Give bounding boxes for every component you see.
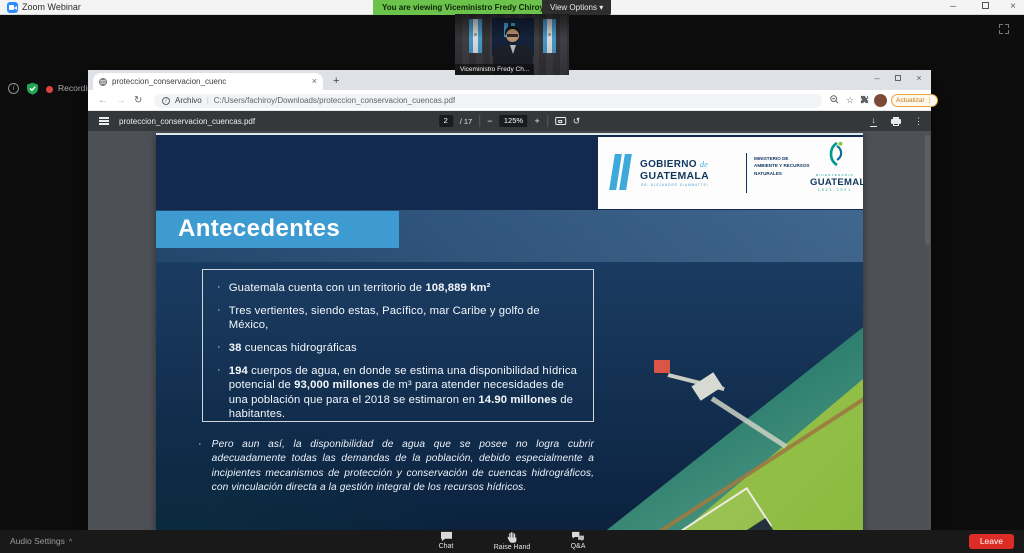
raise-hand-button[interactable]: Raise Hand xyxy=(490,531,534,551)
bicentenario-swirl-icon xyxy=(824,141,846,167)
encryption-shield-icon xyxy=(26,82,39,100)
pdf-page-slide: GOBIERNO de GUATEMALA DR. ALEJANDRO GIAM… xyxy=(156,133,863,553)
zoom-app-icon xyxy=(7,2,18,13)
gobierno-de: de xyxy=(700,160,708,169)
more-options-icon[interactable]: ⋮ xyxy=(914,115,923,127)
zoom-title-bar: Zoom Webinar You are viewing Viceministr… xyxy=(0,0,1024,15)
bicentenario-years: 1821-2021 xyxy=(810,188,860,192)
omnibox[interactable]: i Archivo | C:/Users/fachiroy/Downloads/… xyxy=(154,94,822,108)
chat-button[interactable]: Chat xyxy=(424,531,468,551)
pier-red-roof xyxy=(654,360,670,373)
zoom-out-icon[interactable]: − xyxy=(487,115,492,127)
browser-maximize-icon[interactable] xyxy=(890,71,906,86)
page-number-input[interactable]: 2 xyxy=(439,115,453,127)
gobierno-line1: GOBIERNO xyxy=(640,159,697,170)
address-bar: ← → ↻ i Archivo | C:/Users/fachiroy/Down… xyxy=(88,90,931,111)
bookmark-star-icon[interactable]: ☆ xyxy=(846,95,854,106)
zoom-level-icon[interactable] xyxy=(830,95,839,107)
update-menu-dots-icon: ⋮ xyxy=(927,95,934,107)
maximize-icon[interactable] xyxy=(976,0,994,15)
gobierno-tagline: DR. ALEJANDRO GIAMMATTEI xyxy=(641,183,708,187)
update-chrome-button[interactable]: Actualizar⋮ xyxy=(891,94,938,107)
slide-note-text: Pero aun así, la disponibilidad de agua … xyxy=(212,438,594,496)
url-text: C:/Users/fachiroy/Downloads/proteccion_c… xyxy=(214,96,455,105)
tab-favicon-icon xyxy=(99,78,107,86)
download-icon[interactable]: ↓ xyxy=(869,116,878,127)
zoom-in-icon[interactable]: + xyxy=(534,115,539,127)
browser-close-icon[interactable]: × xyxy=(911,71,927,86)
chat-icon xyxy=(440,531,453,542)
pdf-viewer-area[interactable]: GOBIERNO de GUATEMALA DR. ALEJANDRO GIAM… xyxy=(88,131,931,553)
bullet-item: ·Tres vertientes, siendo estas, Pacífico… xyxy=(217,304,579,333)
qa-button[interactable]: Q&A xyxy=(556,531,600,551)
page-total: / 17 xyxy=(460,117,473,126)
reload-icon[interactable]: ↻ xyxy=(134,93,142,108)
leave-button[interactable]: Leave xyxy=(969,534,1014,549)
extensions-icon[interactable] xyxy=(860,95,869,107)
minimize-icon[interactable]: – xyxy=(944,0,962,15)
bullet-item: ·194 cuerpos de agua, en donde se estima… xyxy=(217,364,579,421)
tab-title: proteccion_conservacion_cuenc xyxy=(112,77,307,86)
pdf-scrollbar[interactable] xyxy=(925,135,930,245)
bullet-item: ·Guatemala cuenta con un territorio de 1… xyxy=(217,281,579,295)
raise-hand-icon xyxy=(506,531,518,543)
slide-logo-panel: GOBIERNO de GUATEMALA DR. ALEJANDRO GIAM… xyxy=(598,137,863,209)
back-icon[interactable]: ← xyxy=(98,93,108,108)
zoom-percent-value[interactable]: 125% xyxy=(499,115,527,127)
profile-avatar[interactable] xyxy=(874,94,887,107)
bicentenario-country: GUATEMALA xyxy=(810,177,860,188)
tab-close-icon[interactable]: × xyxy=(312,77,317,86)
slide-title: Antecedentes xyxy=(156,211,399,248)
chrome-browser-window: proteccion_conservacion_cuenc × + – × ← … xyxy=(88,70,931,553)
fit-page-icon[interactable] xyxy=(555,117,566,125)
close-icon[interactable]: × xyxy=(1004,0,1022,15)
zoom-control-bar: Audio Settings^ Chat Raise Hand Q&A xyxy=(0,530,1024,553)
meeting-info-icon[interactable]: i xyxy=(8,83,19,94)
browser-minimize-icon[interactable]: – xyxy=(869,71,885,86)
audio-settings-button[interactable]: Audio Settings^ xyxy=(10,530,72,553)
origin-chip: Archivo xyxy=(175,96,202,105)
qa-icon xyxy=(571,531,585,542)
slide-bullet-box: ·Guatemala cuenta con un territorio de 1… xyxy=(202,269,594,422)
pdf-menu-icon[interactable] xyxy=(99,116,109,127)
fullscreen-icon[interactable] xyxy=(999,24,1009,34)
view-options-button[interactable]: View Options ▾ xyxy=(542,0,611,15)
gobierno-logo-bars-icon xyxy=(609,154,632,190)
bullet-item: ·38 cuencas hidrográficas xyxy=(217,341,579,355)
participant-video-thumbnail[interactable]: Viceministro Fredy Ch... xyxy=(455,14,569,75)
participant-name-label: Viceministro Fredy Ch... xyxy=(455,64,534,75)
bicentenario-logo: BICENTENARIO GUATEMALA 1821-2021 xyxy=(810,141,860,192)
zoom-webinar-window: Zoom Webinar You are viewing Viceministr… xyxy=(0,0,1024,553)
pdf-filename: proteccion_conservacion_cuencas.pdf xyxy=(119,117,255,126)
window-title: Zoom Webinar xyxy=(22,0,81,15)
new-tab-icon[interactable]: + xyxy=(333,74,339,88)
print-icon[interactable] xyxy=(891,117,901,126)
recording-dot-icon xyxy=(46,86,53,93)
page-info-icon[interactable]: i xyxy=(162,97,170,105)
pdf-toolbar: proteccion_conservacion_cuencas.pdf 2 / … xyxy=(88,111,931,131)
ministerio-label: MINISTERIO DE AMBIENTE Y RECURSOS NATURA… xyxy=(754,155,810,177)
rotate-icon[interactable]: ↺ xyxy=(573,115,581,127)
chevron-up-icon: ^ xyxy=(69,539,72,546)
browser-tab[interactable]: proteccion_conservacion_cuenc × xyxy=(93,73,323,90)
slide-note: · Pero aun así, la disponibilidad de agu… xyxy=(198,438,594,496)
gobierno-line2: GUATEMALA xyxy=(640,170,709,182)
forward-icon[interactable]: → xyxy=(116,93,126,108)
